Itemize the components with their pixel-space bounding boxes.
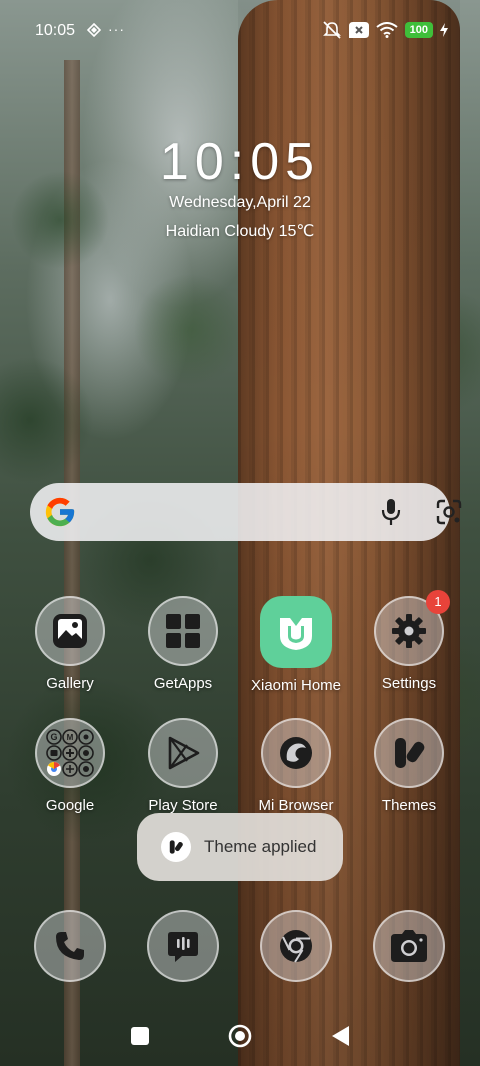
app-label: Google	[45, 797, 95, 814]
toast-theme-applied: Theme applied	[137, 813, 343, 881]
wifi-icon	[376, 22, 398, 38]
messages-tile[interactable]	[147, 910, 219, 982]
app-xiaomi-home[interactable]: Xiaomi Home	[241, 596, 351, 694]
dock-camera[interactable]	[373, 910, 445, 982]
sim-x-icon	[348, 22, 369, 38]
camera-tile[interactable]	[373, 910, 445, 982]
phone-icon	[56, 932, 84, 960]
dock-phone[interactable]	[34, 910, 106, 982]
status-icons: 100	[322, 21, 448, 39]
svg-text:M: M	[67, 733, 74, 742]
gallery-tile[interactable]	[35, 596, 105, 666]
dock-messages[interactable]	[147, 910, 219, 982]
mi-browser-tile[interactable]	[261, 718, 331, 788]
google-folder-tile[interactable]: G M	[35, 718, 105, 788]
battery-icon: 100	[404, 22, 433, 38]
app-label: Xiaomi Home	[250, 677, 342, 694]
xiaomi-home-icon	[280, 618, 312, 650]
app-themes[interactable]: Themes	[354, 718, 464, 814]
app-settings[interactable]: 1 Settings	[354, 590, 464, 692]
charging-icon	[440, 23, 448, 37]
app-label: Settings	[381, 675, 437, 692]
app-label: Themes	[381, 797, 437, 814]
themes-icon	[395, 738, 425, 768]
app-mi-browser[interactable]: Mi Browser	[241, 718, 351, 814]
themes-icon	[161, 832, 191, 862]
back-icon[interactable]	[330, 1025, 350, 1047]
weather-text[interactable]: Haidian Cloudy 15℃	[0, 221, 480, 241]
app-label: Play Store	[148, 797, 218, 814]
app-gallery[interactable]: Gallery	[15, 596, 125, 692]
mi-browser-icon	[280, 737, 312, 769]
navigation-bar	[0, 1018, 480, 1058]
chrome-tile[interactable]	[260, 910, 332, 982]
play-store-tile[interactable]	[148, 718, 218, 788]
getapps-tile[interactable]	[148, 596, 218, 666]
status-overflow-dots: ···	[108, 21, 125, 37]
app-play-store[interactable]: Play Store	[128, 718, 238, 814]
notifications-muted-icon	[322, 21, 341, 39]
xiaomi-home-tile[interactable]	[260, 596, 332, 668]
gear-icon	[392, 614, 426, 648]
messages-icon	[168, 932, 198, 962]
clock-time[interactable]: 10:05	[0, 132, 480, 192]
status-time: 10:05	[35, 22, 76, 39]
diamond-icon	[87, 23, 101, 37]
lens-icon[interactable]	[436, 499, 462, 525]
phone-tile[interactable]	[34, 910, 106, 982]
camera-icon	[391, 930, 427, 962]
app-label: Gallery	[46, 675, 94, 692]
svg-text:G: G	[50, 732, 57, 742]
clock-date[interactable]: Wednesday,April 22	[0, 194, 480, 212]
google-folder-icon: G M	[46, 729, 94, 777]
app-label: GetApps	[153, 675, 213, 692]
app-folder-google[interactable]: G M Google	[15, 718, 125, 814]
dock-chrome[interactable]	[260, 910, 332, 982]
notification-badge: 1	[426, 590, 450, 614]
home-icon[interactable]	[228, 1024, 252, 1048]
chrome-icon	[280, 930, 312, 963]
gallery-icon	[53, 614, 87, 648]
status-bar: 10:05 ··· 100	[0, 0, 480, 62]
recents-icon[interactable]	[131, 1027, 149, 1045]
app-getapps[interactable]: GetApps	[128, 596, 238, 692]
getapps-grid-icon	[166, 614, 200, 648]
google-logo-icon	[45, 497, 75, 527]
google-search-bar[interactable]	[30, 483, 462, 541]
settings-tile[interactable]: 1	[374, 590, 450, 666]
themes-tile[interactable]	[374, 718, 444, 788]
toast-text: Theme applied	[204, 837, 317, 856]
app-label: Mi Browser	[258, 797, 334, 814]
play-store-icon	[168, 736, 200, 770]
microphone-icon[interactable]	[379, 498, 403, 526]
